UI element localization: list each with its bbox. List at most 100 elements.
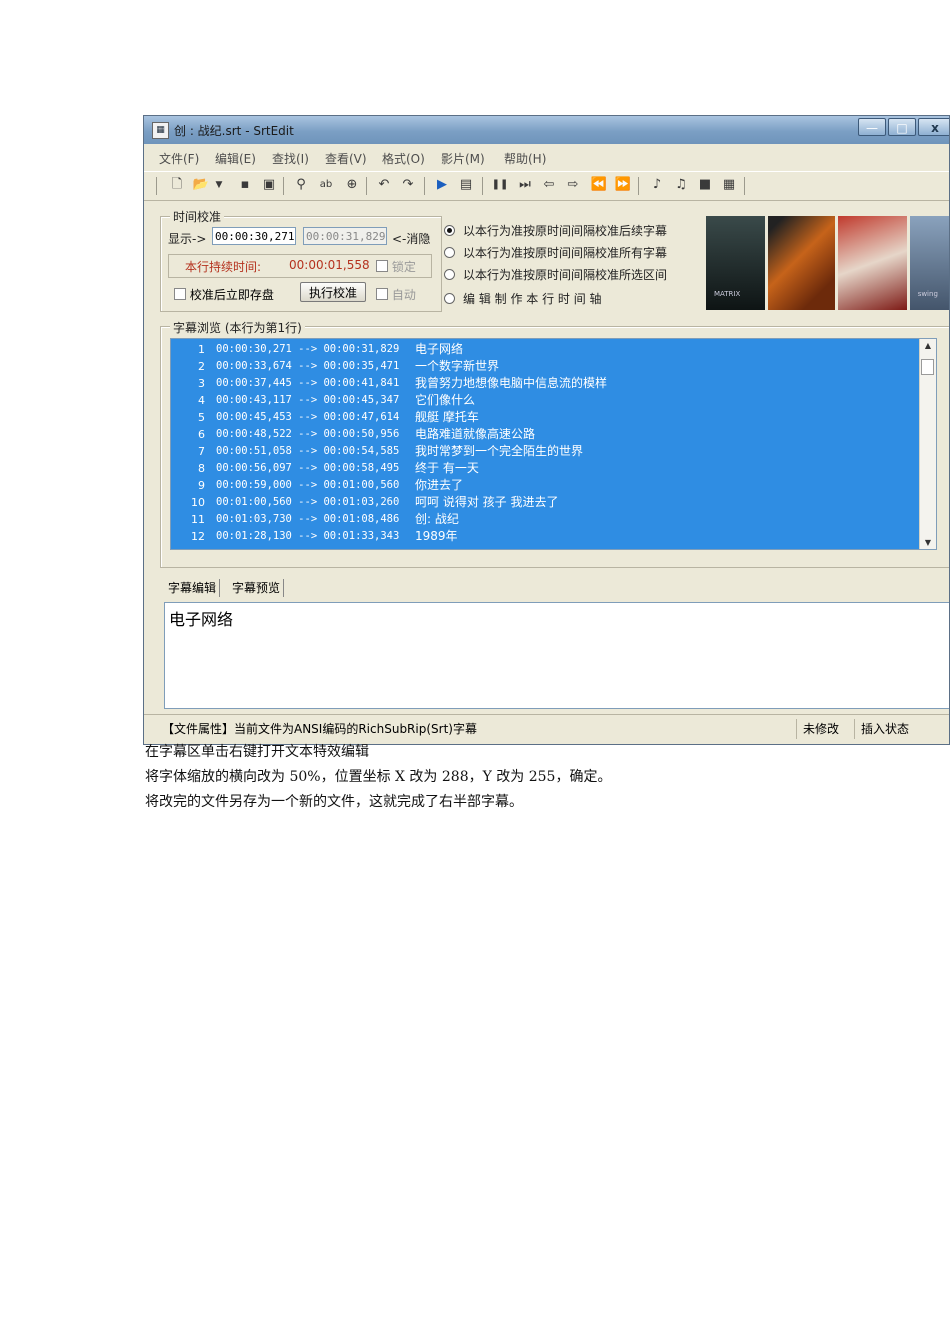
start-time-field[interactable]: 00:00:30,271 — [212, 227, 296, 245]
browse-group-title: 字幕浏览 (本行为第1行) — [170, 319, 305, 336]
table-row[interactable]: 6 00:00:48,522 --> 00:00:50,956 电路难道就像高速公路 — [171, 426, 931, 443]
redo-icon[interactable]: ↷ — [399, 176, 417, 194]
table-row[interactable]: 2 00:00:33,674 --> 00:00:35,471 一个数字新世界 — [171, 358, 931, 375]
save-after-checkbox[interactable]: 校准后立即存盘 — [174, 286, 274, 303]
toolbar-separator — [156, 177, 157, 195]
mark-in-icon[interactable]: ♪ — [648, 176, 666, 194]
duration-label: 本行持续时间: — [185, 260, 262, 274]
table-row[interactable]: 3 00:00:37,445 --> 00:00:41,841 我曾努力地想像电脑中… — [171, 375, 931, 392]
save-after-label: 校准后立即存盘 — [189, 288, 274, 302]
scroll-up-icon[interactable]: ▲ — [920, 341, 936, 350]
table-row[interactable]: 9 00:00:59,000 --> 00:01:00,560 你进去了 — [171, 477, 931, 494]
movie-icon[interactable]: ▤ — [457, 176, 475, 194]
subtitle-editor[interactable]: 电子网络 — [164, 602, 949, 709]
menu-help[interactable]: 帮助(H) — [504, 150, 546, 167]
row-number: 1 — [198, 343, 205, 356]
auto-checkbox-box[interactable] — [376, 288, 388, 300]
vertical-scrollbar[interactable]: ▲ ▼ — [919, 339, 936, 549]
status-bar: 【文件属性】当前文件为ANSI编码的RichSubRip(Srt)字幕 未修改 … — [144, 714, 949, 741]
tab-subtitle-edit[interactable]: 字幕编辑 — [165, 579, 221, 597]
new-icon[interactable]: 🗋 — [168, 176, 186, 194]
row-number: 11 — [191, 513, 205, 526]
row-text: 它们像什么 — [415, 393, 476, 407]
option-radio-4[interactable]: 编 辑 制 作 本 行 时 间 轴 — [444, 290, 602, 307]
row-timecode: 00:01:03,730 --> 00:01:08,486 — [216, 513, 400, 525]
radio-selected-icon[interactable] — [444, 225, 455, 236]
toolbar-separator — [424, 177, 425, 195]
row-number: 10 — [191, 496, 205, 509]
close-button[interactable]: x — [918, 118, 949, 136]
menu-edit[interactable]: 编辑(E) — [215, 150, 256, 167]
table-row[interactable]: 11 00:01:03,730 --> 00:01:08,486 创: 战纪 — [171, 511, 931, 528]
row-text: 电子网络 — [415, 342, 464, 356]
undo-icon[interactable]: ↶ — [375, 176, 393, 194]
mode-status: 插入状态 — [854, 719, 909, 739]
rewind-icon[interactable]: ⏪ — [590, 176, 608, 194]
menu-find[interactable]: 查找(I) — [272, 150, 309, 167]
toolbar-separator — [744, 177, 745, 195]
row-timecode: 00:00:51,058 --> 00:00:54,585 — [216, 445, 400, 457]
doc-line-2: 将字体缩放的横向改为 50%，位置坐标 X 改为 288，Y 改为 255，确定… — [145, 769, 612, 785]
table-row[interactable]: 10 00:01:00,560 --> 00:01:03,260 呵呵 说得对 孩子… — [171, 494, 931, 511]
radio-icon[interactable] — [444, 269, 455, 280]
table-row[interactable]: 4 00:00:43,117 --> 00:00:45,347 它们像什么 — [171, 392, 931, 409]
radio-icon[interactable] — [444, 293, 455, 304]
option-radio-1[interactable]: 以本行为准按原时间间隔校准后续字幕 — [444, 222, 667, 239]
row-number: 4 — [198, 394, 205, 407]
maximize-button[interactable]: □ — [888, 118, 916, 136]
radio-icon[interactable] — [444, 247, 455, 258]
option-radio-2[interactable]: 以本行为准按原时间间隔校准所有字幕 — [444, 244, 667, 261]
save-after-checkbox-box[interactable] — [174, 288, 186, 300]
lock-checkbox-box[interactable] — [376, 260, 388, 272]
table-row[interactable]: 8 00:00:56,097 --> 00:00:58,495 终于 有一天 — [171, 460, 931, 477]
next-icon[interactable]: ⇨ — [564, 176, 582, 194]
duration-value: 00:00:01,558 — [289, 258, 370, 272]
pause-icon[interactable]: ❚❚ — [491, 176, 509, 194]
film-icon[interactable]: ■ — [696, 176, 714, 194]
dropdown-icon[interactable]: ▼ — [210, 176, 228, 194]
menu-view[interactable]: 查看(V) — [325, 150, 367, 167]
minimize-button[interactable]: — — [858, 118, 886, 136]
subtitle-list[interactable]: 1 00:00:30,271 --> 00:00:31,829 电子网络 2 00:00… — [170, 338, 937, 550]
mark-out-icon[interactable]: ♫ — [672, 176, 690, 194]
row-text: 一个数字新世界 — [415, 359, 500, 373]
replace-icon[interactable]: ab — [317, 176, 335, 194]
fast-forward-icon[interactable]: ⏩ — [614, 176, 632, 194]
row-number: 6 — [198, 428, 205, 441]
subtitle-rows: 1 00:00:30,271 --> 00:00:31,829 电子网络 2 00:00… — [171, 339, 931, 549]
play-icon[interactable]: ▶ — [433, 176, 451, 194]
table-row[interactable]: 7 00:00:51,058 --> 00:00:54,585 我时常梦到一个完全陌… — [171, 443, 931, 460]
find-icon[interactable]: ⚲ — [292, 176, 310, 194]
save-icon[interactable]: ▪ — [236, 176, 254, 194]
scroll-down-icon[interactable]: ▼ — [920, 538, 936, 547]
menu-bar: 文件(F) 编辑(E) 查找(I) 查看(V) 格式(O) 影片(M) 帮助(H… — [144, 146, 949, 168]
save-as-icon[interactable]: ▣ — [260, 176, 278, 194]
row-number: 7 — [198, 445, 205, 458]
option-label-2: 以本行为准按原时间间隔校准所有字幕 — [463, 246, 668, 260]
lock-checkbox[interactable]: 锁定 — [376, 258, 416, 275]
menu-file[interactable]: 文件(F) — [159, 150, 199, 167]
run-calibration-button[interactable]: 执行校准 — [300, 282, 366, 302]
open-icon[interactable]: 📂 — [192, 176, 210, 194]
row-number: 5 — [198, 411, 205, 424]
scroll-thumb[interactable] — [921, 359, 934, 375]
option-radio-3[interactable]: 以本行为准按原时间间隔校准所选区间 — [444, 266, 667, 283]
table-row[interactable]: 12 00:01:28,130 --> 00:01:33,343 1989年 — [171, 528, 931, 545]
prev-icon[interactable]: ⇦ — [540, 176, 558, 194]
lock-label: 锁定 — [391, 260, 416, 274]
option-label-3: 以本行为准按原时间间隔校准所选区间 — [463, 268, 668, 282]
toolbar-separator — [283, 177, 284, 195]
table-row[interactable]: 5 00:00:45,453 --> 00:00:47,614 舰艇 摩托车 — [171, 409, 931, 426]
table-row[interactable]: 1 00:00:30,271 --> 00:00:31,829 电子网络 — [171, 341, 931, 358]
row-text: 终于 有一天 — [415, 461, 479, 475]
app-icon: ▦ — [152, 122, 169, 139]
zoom-find-icon[interactable]: ⊕ — [343, 176, 361, 194]
export-icon[interactable]: ▦ — [720, 176, 738, 194]
step-end-icon[interactable]: ⏭ — [516, 176, 534, 194]
auto-checkbox[interactable]: 自动 — [376, 286, 416, 303]
end-time-field[interactable]: 00:00:31,829 — [303, 227, 387, 245]
toolbar-separator — [638, 177, 639, 195]
menu-movie[interactable]: 影片(M) — [441, 150, 485, 167]
menu-format[interactable]: 格式(O) — [382, 150, 425, 167]
tab-subtitle-preview[interactable]: 字幕预览 — [229, 579, 285, 597]
